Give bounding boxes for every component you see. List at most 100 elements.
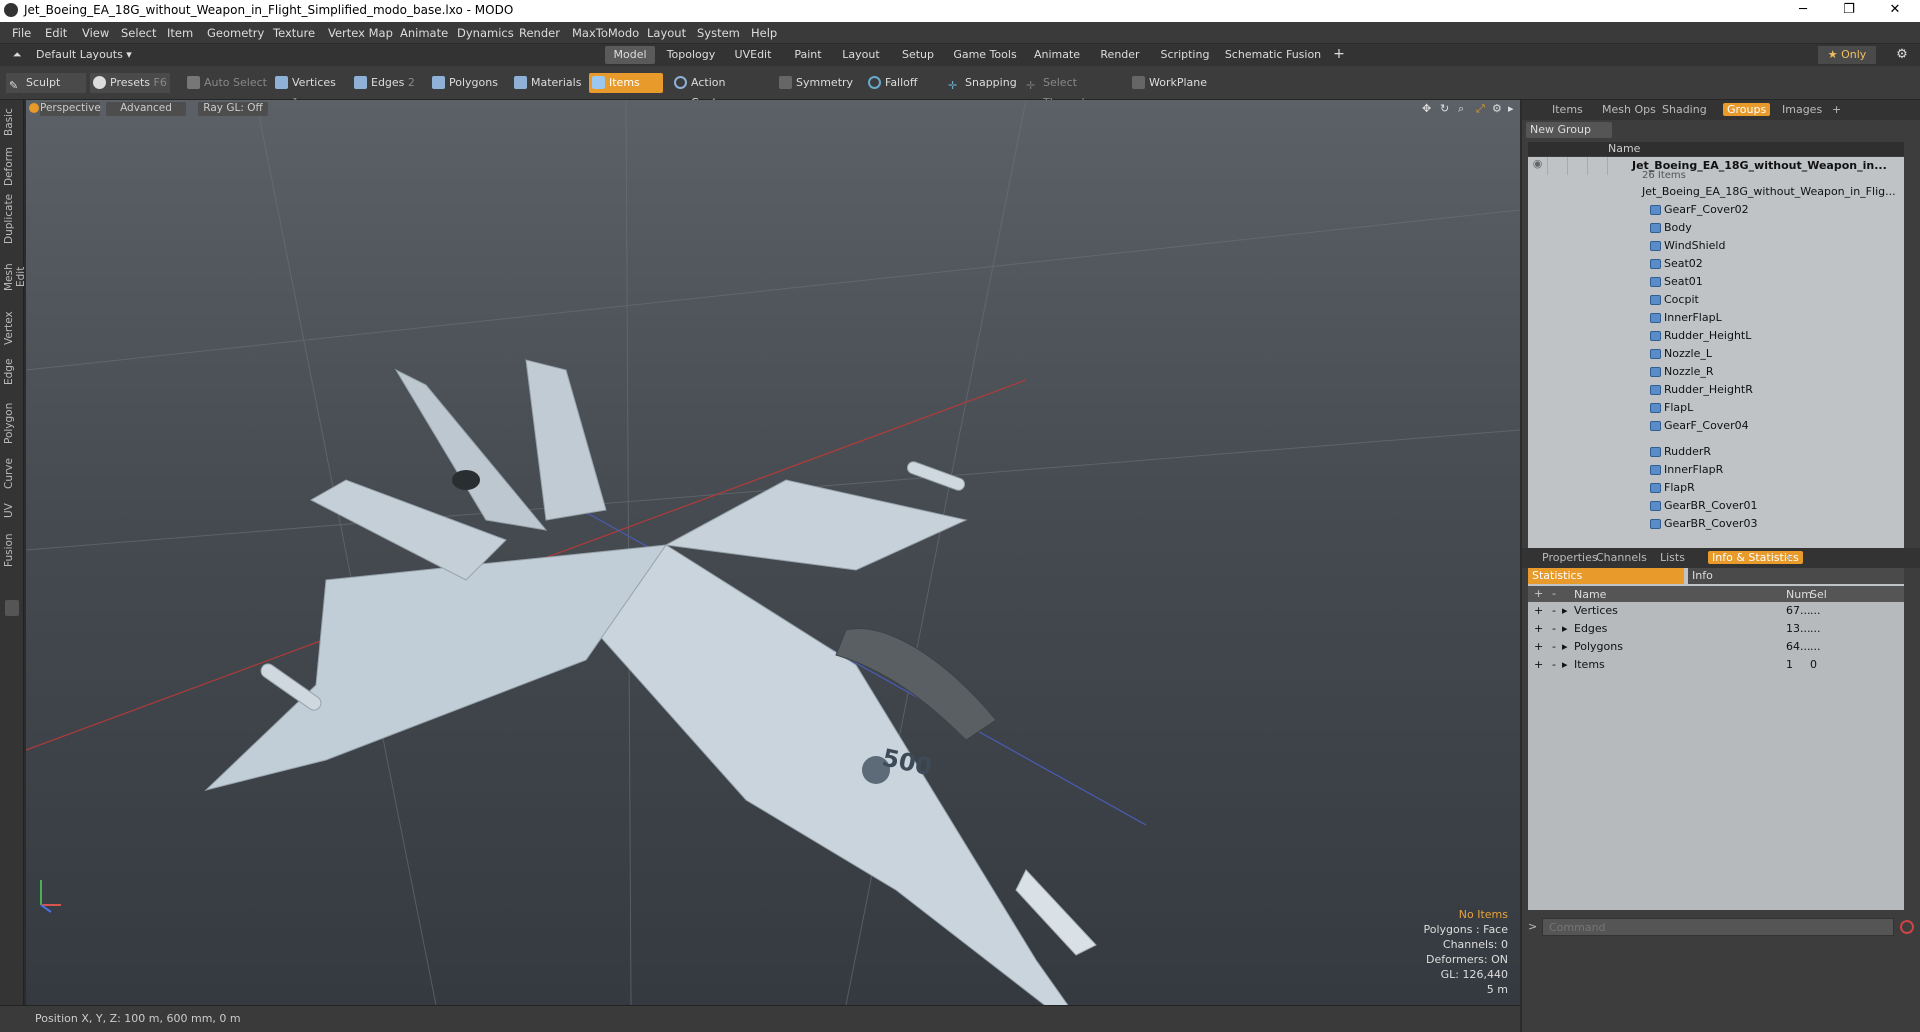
tab-topology[interactable]: Topology: [662, 46, 720, 64]
layout-toggle-icon[interactable]: ⏶: [8, 46, 26, 64]
list-item[interactable]: GearF_Cover04: [1528, 417, 1904, 435]
tab-uvedit[interactable]: UVEdit: [728, 46, 778, 64]
select-through-button[interactable]: ✛Select Through: [1023, 73, 1119, 109]
list-item[interactable]: RudderR: [1528, 443, 1904, 461]
vertices-button[interactable]: Vertices 1: [272, 73, 342, 109]
edges-button[interactable]: Edges 2: [351, 73, 425, 93]
jet-model[interactable]: [204, 359, 1097, 1005]
viewport-gear-icon[interactable]: ⚙: [1492, 102, 1502, 115]
list-item[interactable]: Nozzle_R: [1528, 363, 1904, 381]
polygons-button[interactable]: Polygons: [429, 73, 501, 93]
layout-dropdown[interactable]: Default Layouts ▾: [36, 46, 136, 64]
add-panel-tab-icon-2[interactable]: +: [1784, 551, 1793, 564]
raygl-toggle[interactable]: Ray GL: Off: [198, 102, 268, 116]
group-row[interactable]: ◉ Jet_Boeing_EA_18G_without_Weapon_in...…: [1528, 157, 1904, 181]
tab-edge[interactable]: Edge: [3, 356, 20, 388]
list-item[interactable]: FlapR: [1528, 479, 1904, 497]
list-item[interactable]: InnerFlapR: [1528, 461, 1904, 479]
list-item[interactable]: FlapL: [1528, 399, 1904, 417]
tab-layout[interactable]: Layout: [836, 46, 886, 64]
tab-scripting[interactable]: Scripting: [1155, 46, 1215, 64]
auto-select-button[interactable]: Auto Select: [184, 73, 268, 93]
menu-view[interactable]: View: [82, 26, 109, 40]
tab-fusion[interactable]: Fusion: [3, 530, 20, 570]
tab-images[interactable]: Images: [1782, 103, 1822, 116]
menu-texture[interactable]: Texture: [273, 26, 315, 40]
materials-button[interactable]: Materials: [511, 73, 581, 93]
tab-duplicate[interactable]: Duplicate: [3, 194, 20, 244]
menu-geometry[interactable]: Geometry: [207, 26, 264, 40]
table-row[interactable]: + - ▸ Edges 13......: [1528, 620, 1904, 638]
viewport-arrow-icon[interactable]: ▸: [1508, 102, 1514, 115]
tab-animate[interactable]: Animate: [1028, 46, 1086, 64]
tab-paint[interactable]: Paint: [786, 46, 830, 64]
maximize-button[interactable]: ❐: [1826, 0, 1872, 22]
tab-curve[interactable]: Curve: [3, 456, 20, 492]
list-item[interactable]: GearBR_Cover01: [1528, 497, 1904, 515]
strip-toggle-button[interactable]: [5, 600, 19, 616]
visibility-eye-icon[interactable]: ◉: [1528, 157, 1548, 175]
list-item[interactable]: Seat02: [1528, 255, 1904, 273]
tab-lists[interactable]: Lists: [1660, 551, 1685, 564]
menu-vertex-map[interactable]: Vertex Map: [328, 26, 393, 40]
list-item[interactable]: GearF_Cover02: [1528, 201, 1904, 219]
advanced-dropdown[interactable]: Advanced: [106, 102, 186, 116]
menu-help[interactable]: Help: [751, 26, 777, 40]
tab-mesh-ops[interactable]: Mesh Ops: [1602, 103, 1656, 116]
items-button[interactable]: Items: [589, 73, 663, 93]
list-item[interactable]: Nozzle_L: [1528, 345, 1904, 363]
tab-polygon[interactable]: Polygon: [3, 398, 20, 448]
tab-channels[interactable]: Channels: [1596, 551, 1647, 564]
record-icon[interactable]: [1900, 920, 1914, 934]
perspective-dropdown[interactable]: Perspective: [40, 102, 101, 116]
add-tab-button[interactable]: +: [1330, 46, 1348, 64]
list-item[interactable]: Seat01: [1528, 273, 1904, 291]
menu-render[interactable]: Render: [519, 26, 560, 40]
menu-edit[interactable]: Edit: [45, 26, 67, 40]
tab-render[interactable]: Render: [1094, 46, 1146, 64]
tab-basic[interactable]: Basic: [3, 106, 20, 138]
tab-properties[interactable]: Properties: [1542, 551, 1598, 564]
workplane-button[interactable]: WorkPlane: [1129, 73, 1211, 93]
menu-maxtomodo[interactable]: MaxToModo: [572, 26, 639, 40]
viewport-menu-icon[interactable]: [29, 103, 39, 113]
sculpt-button[interactable]: ✎ Sculpt: [6, 73, 86, 93]
table-row[interactable]: + - ▸ Polygons 64......: [1528, 638, 1904, 656]
list-item[interactable]: Rudder_HeightR: [1528, 381, 1904, 399]
tab-shading[interactable]: Shading: [1662, 103, 1707, 116]
menu-animate[interactable]: Animate: [400, 26, 448, 40]
tab-game-tools[interactable]: Game Tools: [950, 46, 1020, 64]
move-view-icon[interactable]: ✥: [1422, 102, 1431, 115]
fit-view-icon[interactable]: ⤢: [1476, 102, 1485, 116]
list-item[interactable]: Cocpit: [1528, 291, 1904, 309]
table-row[interactable]: + - ▸ Items 1 0: [1528, 656, 1904, 674]
table-row[interactable]: + - ▸ Vertices 67......: [1528, 602, 1904, 620]
list-item[interactable]: Jet_Boeing_EA_18G_without_Weapon_in_Flig…: [1528, 183, 1904, 201]
action-center-button[interactable]: Action Center: [671, 73, 761, 109]
menu-file[interactable]: File: [12, 26, 31, 40]
list-item[interactable]: WindShield: [1528, 237, 1904, 255]
menu-select[interactable]: Select: [121, 26, 156, 40]
new-group-button[interactable]: New Group: [1526, 122, 1612, 138]
presets-button[interactable]: Presets F6: [90, 73, 170, 93]
tab-deform[interactable]: Deform: [3, 146, 20, 186]
tab-schematic-fusion[interactable]: Schematic Fusion: [1223, 46, 1323, 64]
menu-system[interactable]: System: [697, 26, 740, 40]
rotate-view-icon[interactable]: ↻: [1440, 102, 1449, 115]
3d-viewport[interactable]: 500 Perspective Advanced Ray GL: Off ✥ ↻…: [26, 100, 1520, 1005]
tab-uv[interactable]: UV: [3, 500, 20, 522]
list-item[interactable]: Rudder_HeightL: [1528, 327, 1904, 345]
minimize-button[interactable]: ─: [1780, 0, 1826, 22]
list-item[interactable]: Body: [1528, 219, 1904, 237]
tab-groups[interactable]: Groups: [1723, 103, 1771, 116]
tab-setup[interactable]: Setup: [893, 46, 943, 64]
add-panel-tab-icon[interactable]: +: [1832, 103, 1841, 116]
tab-vertex[interactable]: Vertex: [3, 310, 20, 346]
tab-items[interactable]: Items: [1552, 103, 1583, 116]
info-subtab[interactable]: Info: [1688, 568, 1904, 584]
symmetry-button[interactable]: Symmetry: [776, 73, 854, 93]
menu-layout[interactable]: Layout: [647, 26, 686, 40]
list-item[interactable]: InnerFlapL: [1528, 309, 1904, 327]
statistics-subtab[interactable]: Statistics: [1528, 568, 1684, 584]
zoom-view-icon[interactable]: ⌕: [1458, 102, 1464, 116]
